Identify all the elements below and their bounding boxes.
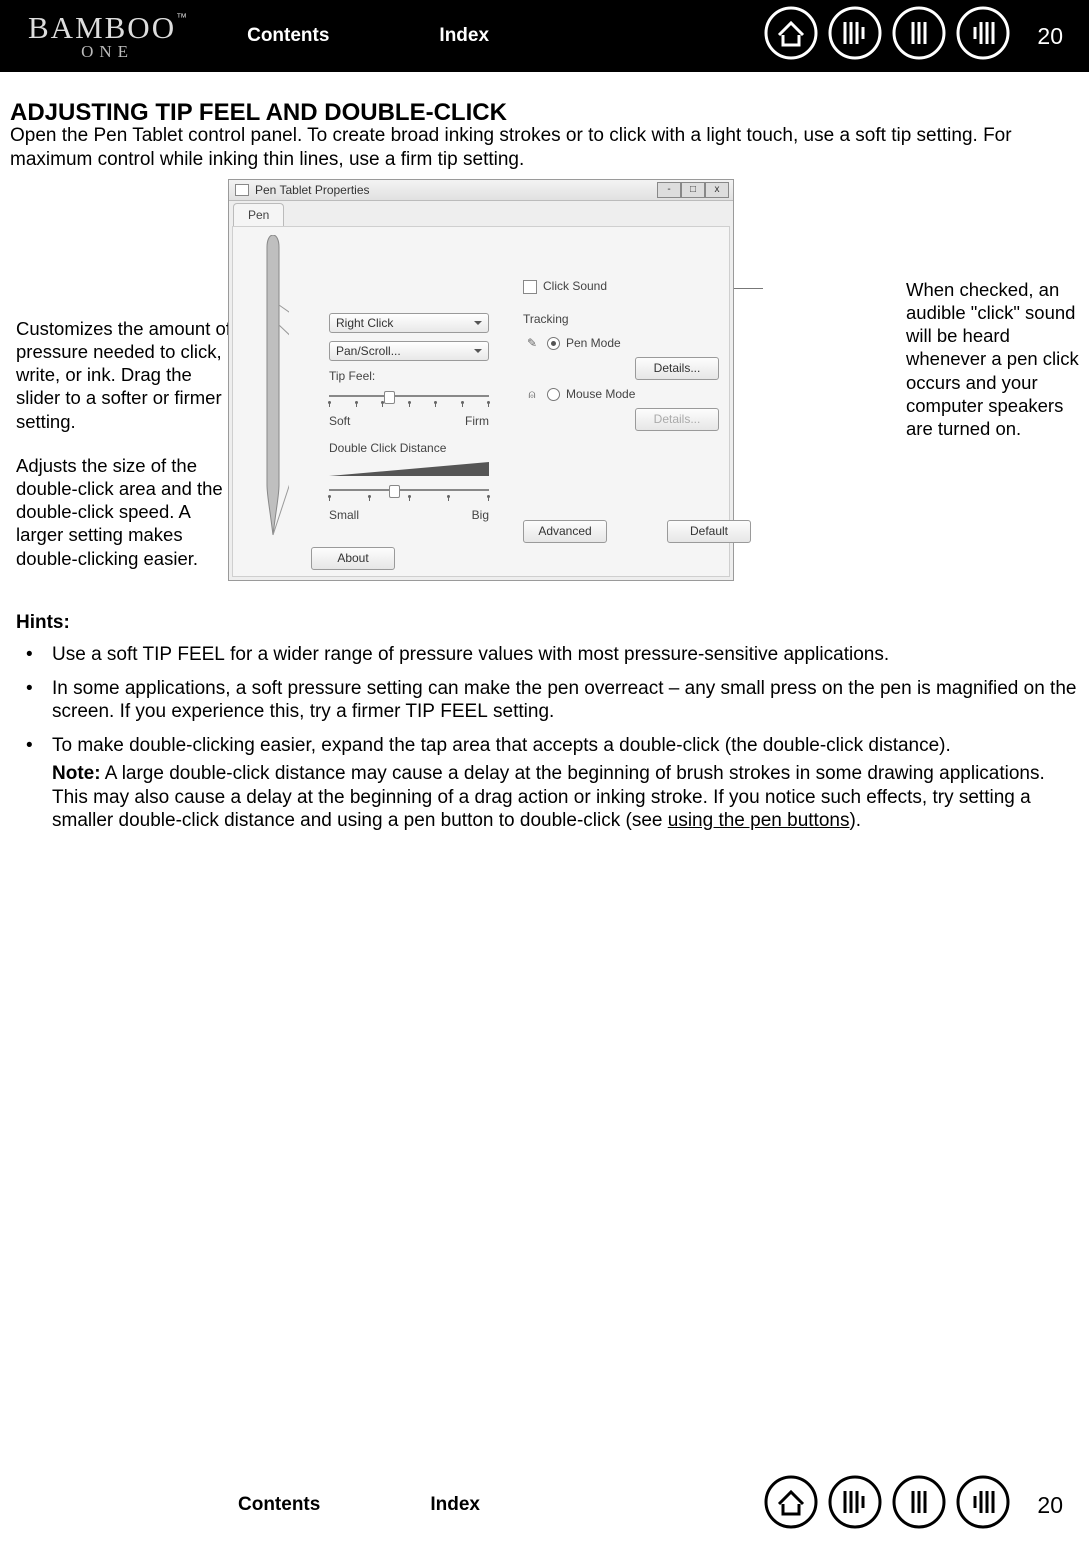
pen-button-lower-combo[interactable]: Pan/Scroll... — [329, 341, 489, 361]
logo-text: BAMBOO — [28, 10, 176, 45]
index-link-bottom[interactable]: Index — [430, 1493, 480, 1517]
hint-item: Use a soft TIP FEEL for a wider range of… — [16, 643, 1079, 667]
advanced-button[interactable]: Advanced — [523, 520, 607, 543]
default-button[interactable]: Default — [667, 520, 751, 543]
annotation-tipfeel: Customizes the amount of pressure needed… — [16, 317, 231, 433]
tip-feel-label: Tip Feel: — [329, 369, 504, 384]
tip-feel-slider[interactable] — [329, 390, 489, 402]
radio-icon — [547, 337, 560, 350]
intro-paragraph: Open the Pen Tablet control panel. To cr… — [10, 124, 1079, 172]
mouse-mode-label: Mouse Mode — [566, 387, 635, 402]
mouse-mode-details-button[interactable]: Details... — [635, 408, 719, 431]
bottom-navbar: Contents Index 20 — [0, 1469, 1089, 1541]
double-click-distance-indicator — [329, 460, 489, 478]
mouse-mode-icon: ⍝ — [523, 386, 541, 402]
hint-item: In some applications, a soft pressure se… — [16, 677, 1079, 725]
hint-item: To make double-clicking easier, expand t… — [16, 734, 1079, 833]
first-page-icon[interactable] — [827, 1474, 883, 1537]
index-link[interactable]: Index — [439, 24, 489, 48]
pen-mode-label: Pen Mode — [566, 336, 621, 351]
dc-small-label: Small — [329, 508, 359, 523]
click-sound-label: Click Sound — [543, 279, 607, 294]
next-page-icon[interactable] — [955, 1474, 1011, 1537]
app-icon — [235, 184, 249, 196]
home-icon[interactable] — [763, 1474, 819, 1537]
pen-mode-details-button[interactable]: Details... — [635, 357, 719, 380]
radio-icon — [547, 388, 560, 401]
prev-page-icon[interactable] — [891, 5, 947, 68]
logo: BAMBOO™ ONE — [28, 12, 187, 60]
logo-sub: ONE — [28, 43, 187, 60]
top-navbar: BAMBOO™ ONE Contents Index 20 — [0, 0, 1089, 72]
contents-link[interactable]: Contents — [247, 24, 329, 48]
pen-button-upper-combo[interactable]: Right Click — [329, 313, 489, 333]
pen-tablet-properties-window: Pen Tablet Properties - □ x Pen Right Cl… — [228, 179, 734, 581]
hints-section: Hints: Use a soft TIP FEEL for a wider r… — [16, 611, 1079, 843]
tip-feel-soft-label: Soft — [329, 414, 350, 429]
first-page-icon[interactable] — [827, 5, 883, 68]
dc-big-label: Big — [472, 508, 489, 523]
double-click-distance-label: Double Click Distance — [329, 441, 504, 456]
tracking-heading: Tracking — [523, 312, 723, 327]
nav-icons: 20 — [763, 5, 1073, 68]
pen-mode-icon: ✎ — [523, 335, 541, 351]
checkbox-icon — [523, 280, 537, 294]
page-number-top: 20 — [1037, 22, 1063, 51]
using-pen-buttons-link[interactable]: using the pen buttons — [668, 810, 850, 831]
tab-pen[interactable]: Pen — [233, 203, 284, 227]
hints-heading: Hints: — [16, 612, 70, 633]
note-label: Note: — [52, 763, 101, 784]
mouse-mode-radio[interactable]: ⍝ Mouse Mode — [523, 386, 723, 402]
maximize-icon[interactable]: □ — [681, 182, 705, 198]
logo-tm: ™ — [176, 12, 187, 24]
next-page-icon[interactable] — [955, 5, 1011, 68]
page-number-bottom: 20 — [1037, 1491, 1063, 1520]
close-icon[interactable]: x — [705, 182, 729, 198]
about-button[interactable]: About — [311, 547, 395, 570]
contents-link-bottom[interactable]: Contents — [238, 1493, 320, 1517]
window-titlebar: Pen Tablet Properties - □ x — [229, 180, 733, 201]
minimize-icon[interactable]: - — [657, 182, 681, 198]
home-icon[interactable] — [763, 5, 819, 68]
pen-mode-radio[interactable]: ✎ Pen Mode — [523, 335, 723, 351]
annotation-doubleclick: Adjusts the size of the double-click are… — [16, 454, 231, 570]
pen-illustration — [257, 235, 289, 565]
click-sound-checkbox[interactable]: Click Sound — [523, 279, 723, 294]
double-click-distance-slider[interactable] — [329, 484, 489, 496]
annotation-clicksound: When checked, an audible "click" sound w… — [906, 278, 1081, 440]
nav-icons-bottom: 20 — [763, 1474, 1073, 1537]
tip-feel-firm-label: Firm — [465, 414, 489, 429]
prev-page-icon[interactable] — [891, 1474, 947, 1537]
window-title: Pen Tablet Properties — [255, 183, 370, 198]
